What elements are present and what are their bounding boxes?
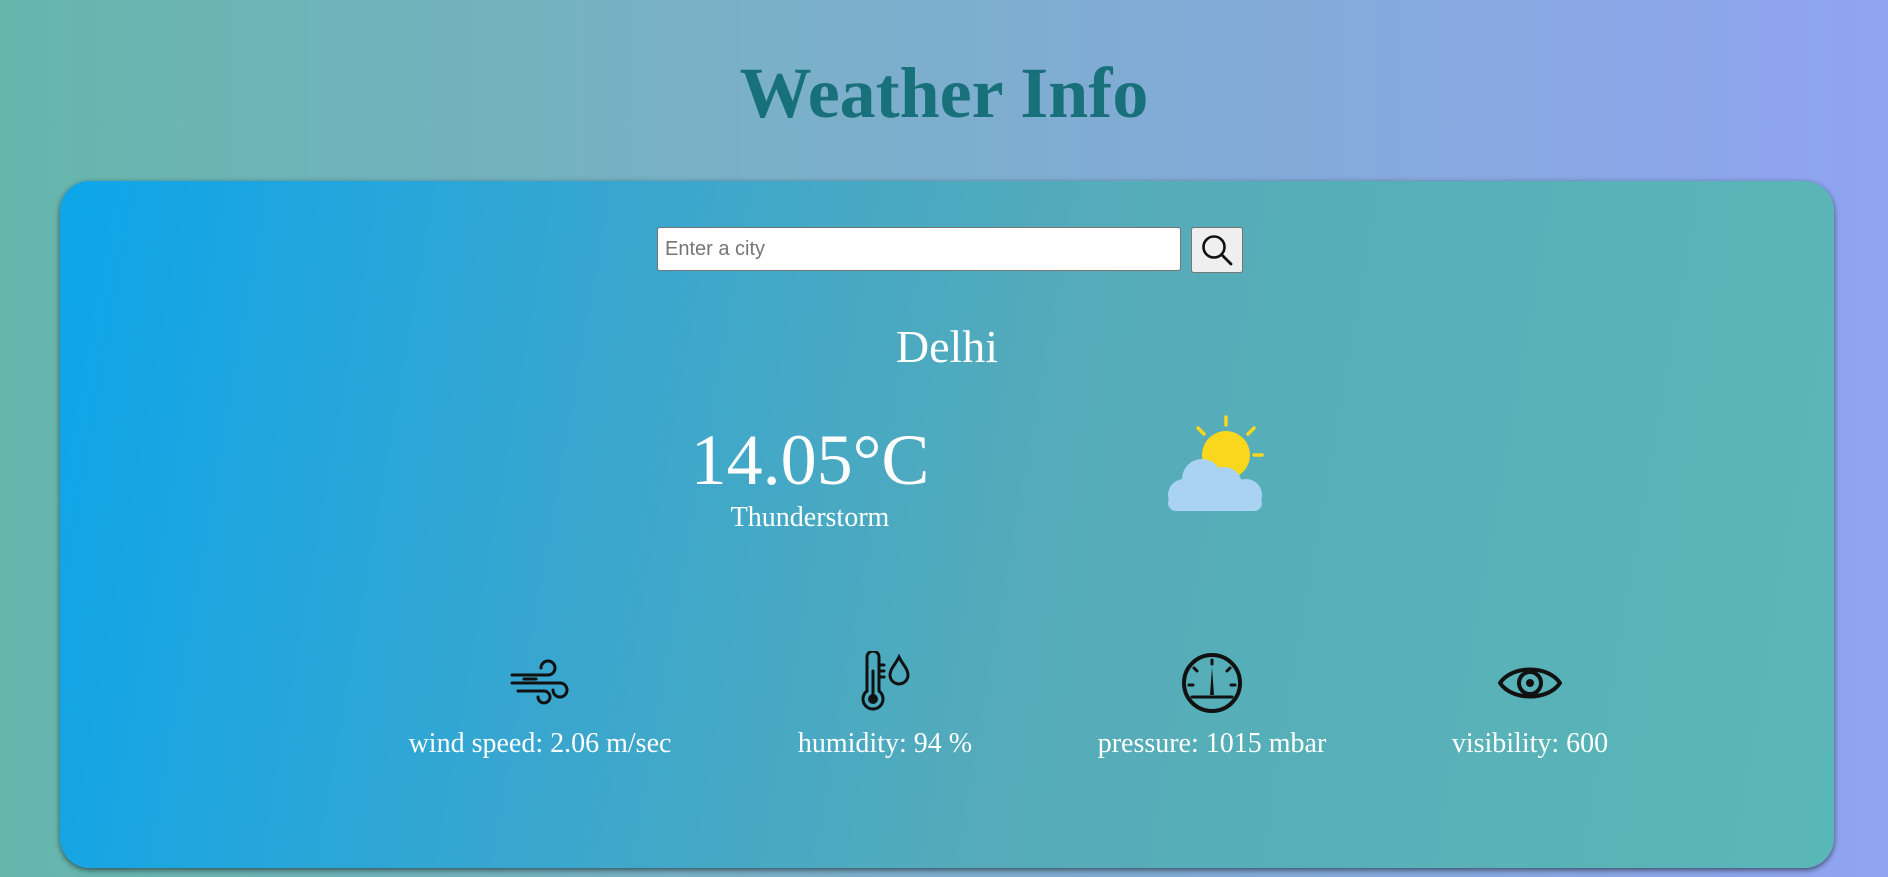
wind-icon — [510, 659, 569, 705]
weather-condition: Thunderstorm — [730, 502, 890, 533]
temperature-value: 14.05°C — [690, 420, 930, 500]
stat-wind-speed: wind speed: 2.06 m/sec — [380, 651, 700, 761]
stat-humidity: humidity: 94 % — [725, 651, 1045, 761]
city-name: Delhi — [895, 321, 999, 372]
search-bar — [657, 227, 1243, 273]
temperature-block: 14.05°C Thunderstorm — [620, 419, 1000, 535]
partly-cloudy-icon — [1168, 415, 1264, 511]
search-icon — [1202, 235, 1233, 266]
thermometer-humidity-icon — [861, 651, 910, 711]
humidity-label: humidity: 94 % — [797, 728, 973, 759]
weather-stats: wind speed: 2.06 m/sec humidity: 94 % pr… — [60, 651, 1834, 781]
stat-pressure: pressure: 1015 mbar — [1052, 651, 1372, 761]
pressure-label: pressure: 1015 mbar — [1097, 728, 1327, 759]
weather-card: Delhi 14.05°C Thunderstorm — [60, 181, 1834, 868]
wind-speed-label: wind speed: 2.06 m/sec — [408, 728, 672, 759]
page-title: Weather Info — [739, 53, 1149, 133]
stat-visibility: visibility: 600 — [1370, 651, 1690, 761]
visibility-label: visibility: 600 — [1451, 728, 1609, 759]
search-button[interactable] — [1191, 227, 1243, 273]
gauge-icon — [1182, 653, 1242, 713]
eye-icon — [1498, 667, 1562, 699]
search-input[interactable] — [657, 227, 1181, 271]
